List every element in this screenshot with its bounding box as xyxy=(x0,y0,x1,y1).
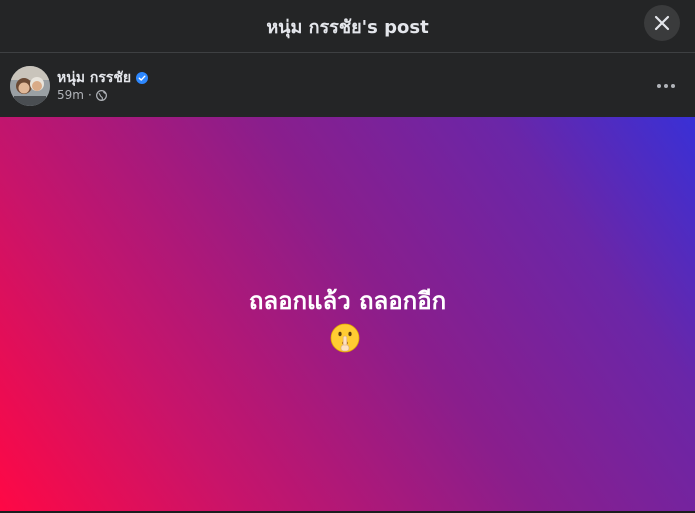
close-icon xyxy=(654,15,670,31)
dialog-header: หนุ่ม กรรชัย's post xyxy=(0,0,695,53)
avatar-photo xyxy=(10,66,50,106)
post-meta: 59m · xyxy=(57,88,107,102)
globe-icon xyxy=(95,89,107,101)
verified-badge-icon xyxy=(136,72,149,84)
shushing-face-emoji xyxy=(330,323,360,353)
close-button[interactable] xyxy=(644,5,680,41)
more-options-button[interactable] xyxy=(650,72,682,100)
post-time[interactable]: 59m xyxy=(57,88,84,102)
post-background: ถลอกแล้ว ถลอกอีก xyxy=(0,117,695,513)
author-name[interactable]: หนุ่ม กรรชัย xyxy=(57,67,131,89)
post-text: ถลอกแล้ว ถลอกอีก xyxy=(248,287,447,315)
avatar[interactable] xyxy=(10,66,50,106)
more-options-icon xyxy=(657,84,675,88)
author-name-row: หนุ่ม กรรชัย xyxy=(57,67,149,89)
post-header: หนุ่ม กรรชัย 59m · xyxy=(0,54,695,117)
meta-separator: · xyxy=(87,88,92,102)
dialog-title: หนุ่ม กรรชัย's post xyxy=(266,17,429,38)
